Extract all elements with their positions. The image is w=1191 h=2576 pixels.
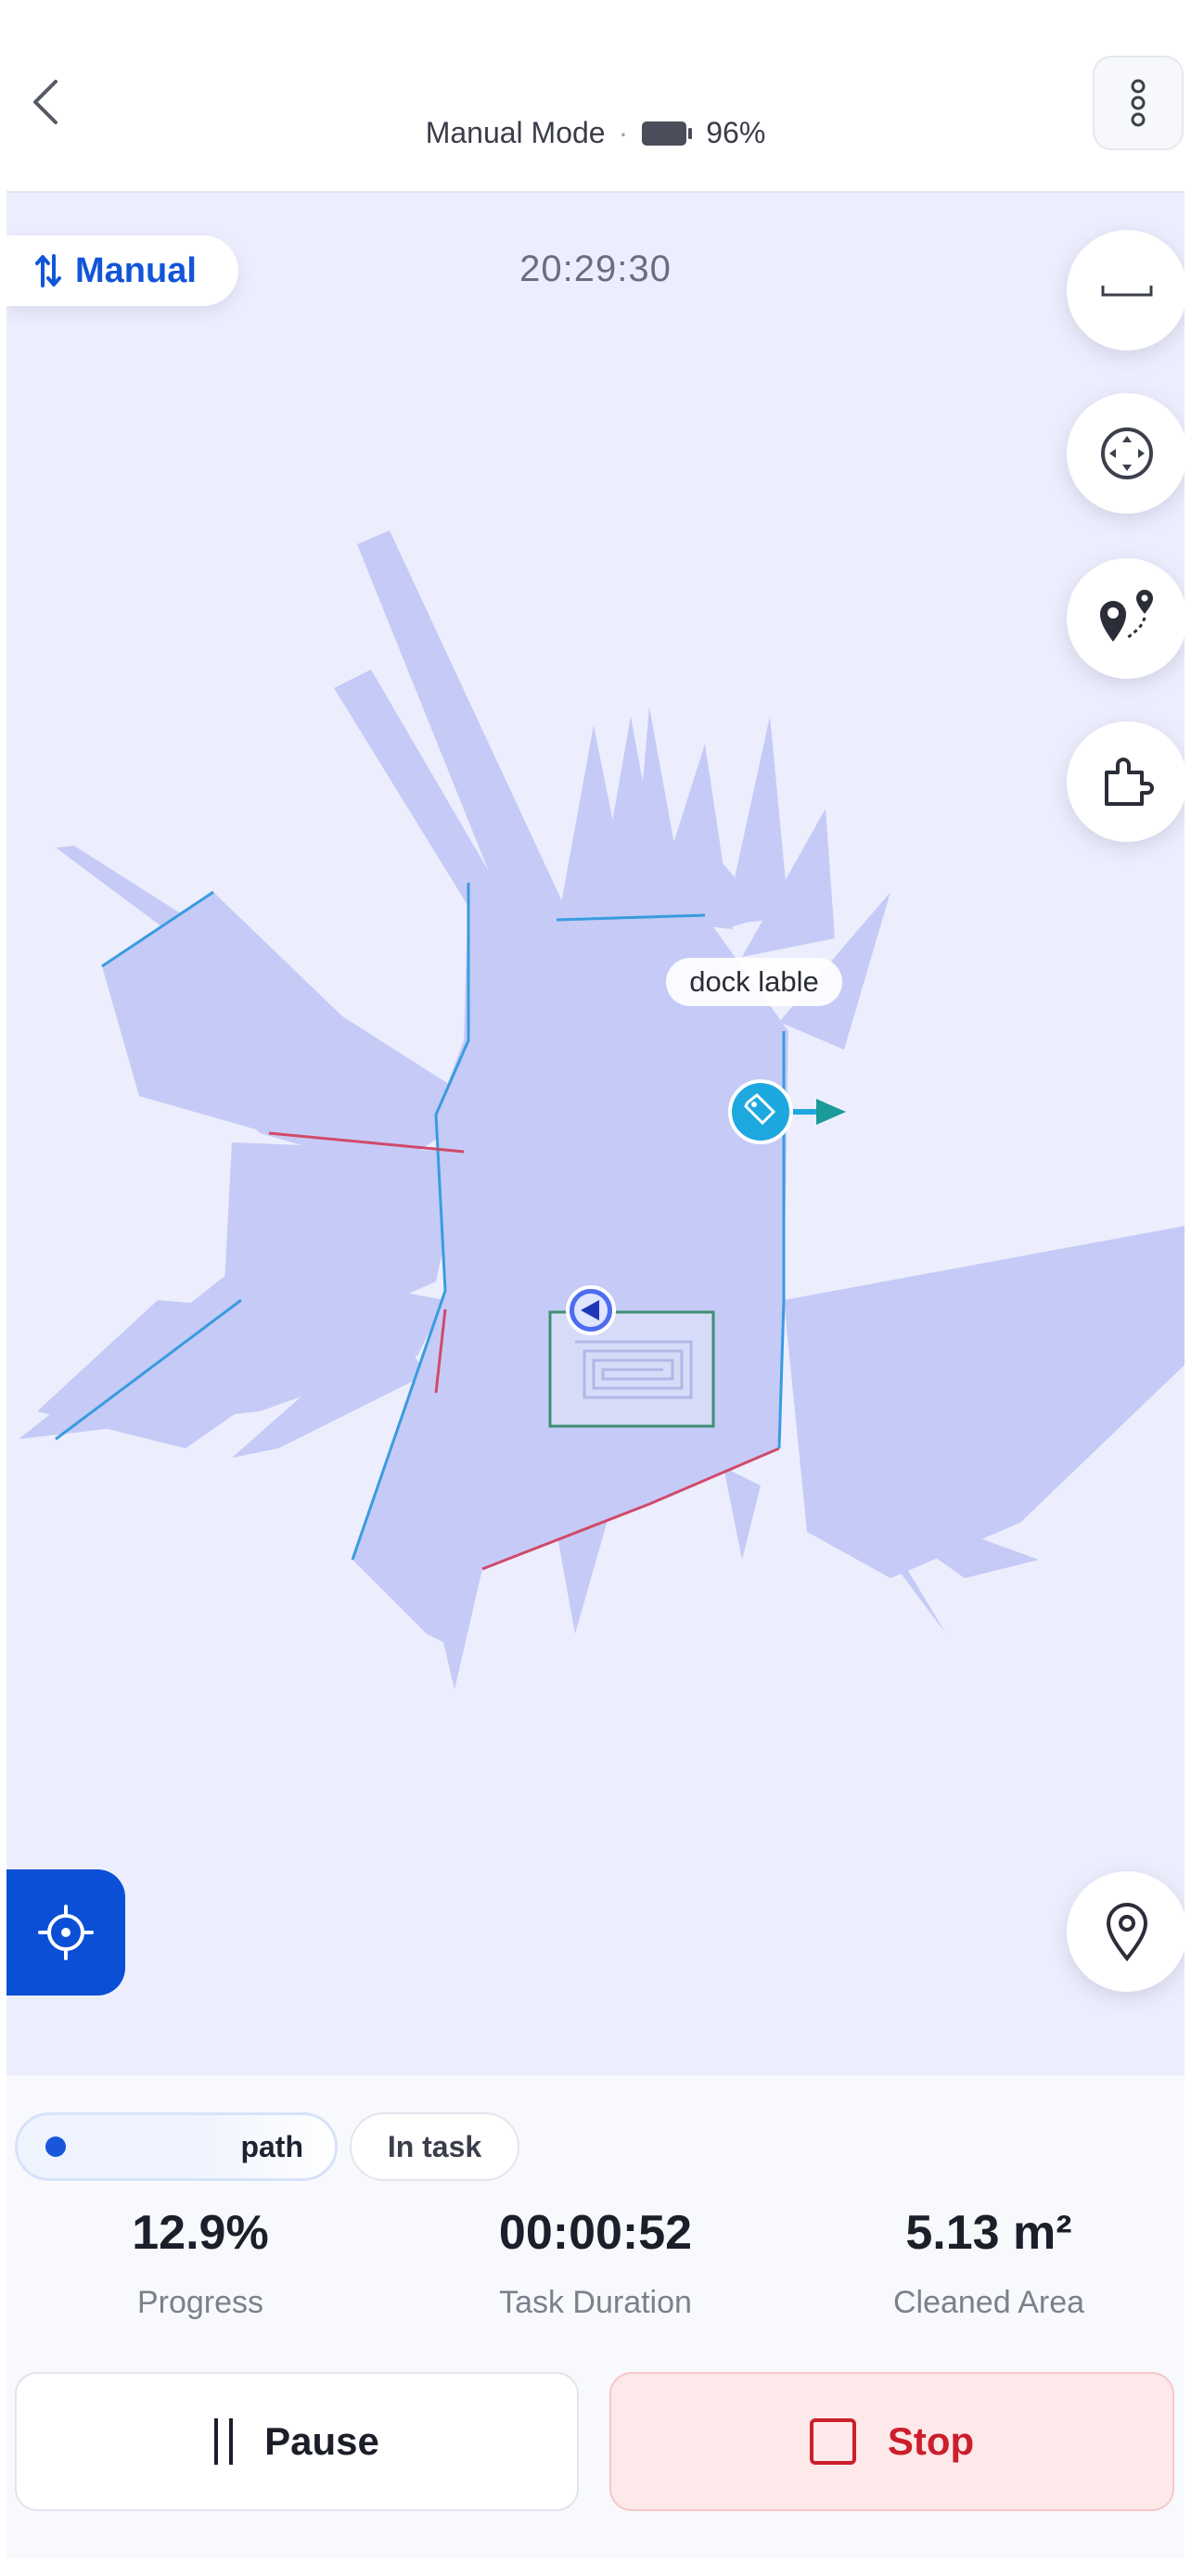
robot-marker [566, 1285, 616, 1335]
directional-pad-icon [1101, 427, 1153, 479]
ruler-button[interactable] [1067, 230, 1185, 351]
stat-label: Progress [136, 2285, 264, 2320]
battery-percent: 96% [706, 116, 766, 149]
direction-control-button[interactable] [1067, 393, 1185, 514]
robot-status: Manual Mode · 96% [0, 116, 1191, 150]
path-toggle[interactable]: path [15, 2112, 338, 2181]
pause-icon [214, 2418, 234, 2465]
location-pin-button[interactable] [1067, 1871, 1185, 1992]
location-pin-icon [1106, 1903, 1148, 1962]
pause-label: Pause [264, 2419, 379, 2463]
stat-value: 12.9% [132, 2206, 269, 2260]
more-vertical-icon [1131, 79, 1146, 127]
stop-icon [809, 2418, 856, 2465]
more-options-button[interactable] [1093, 56, 1184, 150]
stat-value: 00:00:52 [498, 2206, 693, 2260]
stat-label: Cleaned Area [892, 2285, 1085, 2320]
dock-label: dock lable [666, 958, 842, 1006]
stat-value: 5.13 m² [905, 2206, 1072, 2260]
puzzle-piece-icon [1105, 758, 1154, 806]
stat-cleaned-area: 5.13 m² Cleaned Area [794, 2205, 1184, 2321]
stat-task-duration: 00:00:52 Task Duration [401, 2205, 790, 2321]
dock-marker[interactable] [728, 1079, 846, 1144]
route-pin-icon [1100, 590, 1153, 642]
plugin-button[interactable] [1067, 721, 1185, 842]
in-task-label: In task [387, 2129, 482, 2163]
task-panel: path In task 12.9% Progress 00:00:52 Tas… [0, 2075, 1191, 2576]
relocate-button[interactable] [6, 1869, 125, 1996]
stat-progress: 12.9% Progress [6, 2205, 395, 2321]
crosshair-icon [38, 1905, 94, 1960]
stop-button[interactable]: Stop [609, 2372, 1174, 2511]
stop-label: Stop [887, 2419, 975, 2463]
ruler-icon [1101, 286, 1153, 297]
stat-label: Task Duration [499, 2285, 692, 2320]
mode-text: Manual Mode [425, 116, 606, 149]
top-bar: Manual Mode · 96% [0, 0, 1191, 191]
route-button[interactable] [1067, 558, 1185, 679]
battery-icon [641, 120, 693, 147]
map-time: 20:29:30 [519, 249, 672, 289]
explored-area [19, 530, 1185, 1690]
separator: · [618, 116, 629, 149]
pause-button[interactable]: Pause [15, 2372, 579, 2511]
path-indicator-dot [45, 2136, 66, 2157]
path-label: path [240, 2129, 303, 2163]
cleaning-map[interactable]: Manual 20:29:30 [6, 191, 1185, 2075]
map-canvas [19, 530, 1185, 1690]
in-task-chip[interactable]: In task [350, 2112, 519, 2181]
